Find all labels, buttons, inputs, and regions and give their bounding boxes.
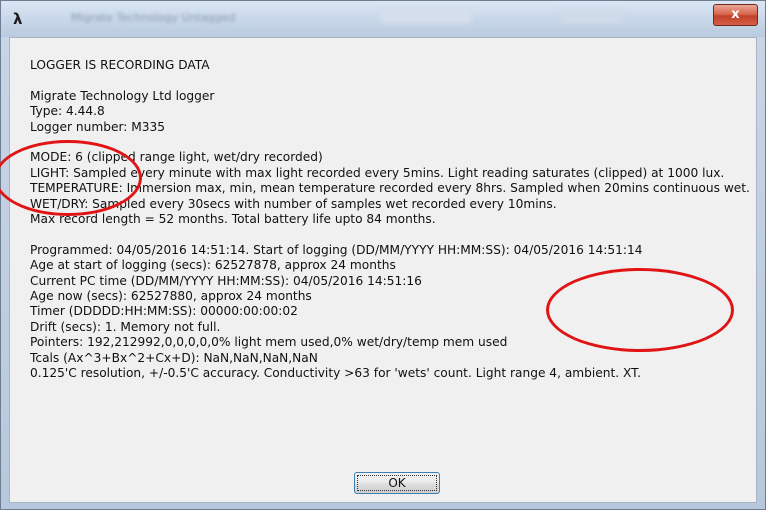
record-length-line: Max record length = 52 months. Total bat… [30, 212, 436, 227]
mode-annotation-circle [0, 140, 142, 216]
title-bar: λ Migrate Technology Untagged x [1, 1, 765, 37]
device-name-line: Migrate Technology Ltd logger [30, 88, 215, 103]
dialog-window: λ Migrate Technology Untagged x LOGGER I… [0, 0, 766, 510]
wet-dry-line: WET/DRY: Sampled every 30secs with numbe… [30, 196, 557, 211]
type-line: Type: 4.44.8 [30, 104, 105, 119]
app-icon: λ [13, 10, 23, 28]
window-title: Migrate Technology Untagged [71, 11, 236, 24]
mode-line: MODE: 6 (clipped range light, wet/dry re… [30, 150, 323, 165]
programmed-line: Programmed: 04/05/2016 14:51:14. Start o… [30, 242, 643, 257]
close-button[interactable]: x [713, 4, 758, 26]
start-time-annotation-circle [546, 268, 734, 352]
logger-number-line: Logger number: M335 [30, 119, 165, 134]
ok-button[interactable]: OK [354, 472, 440, 494]
status-line: LOGGER IS RECORDING DATA [30, 58, 210, 72]
title-blur-region [561, 11, 621, 23]
tcals-line: Tcals (Ax^3+Bx^2+Cx+D): NaN,NaN,NaN,NaN [30, 350, 318, 365]
title-blur-region [381, 11, 471, 23]
resolution-line: 0.125'C resolution, +/-0.5'C accuracy. C… [30, 366, 642, 381]
